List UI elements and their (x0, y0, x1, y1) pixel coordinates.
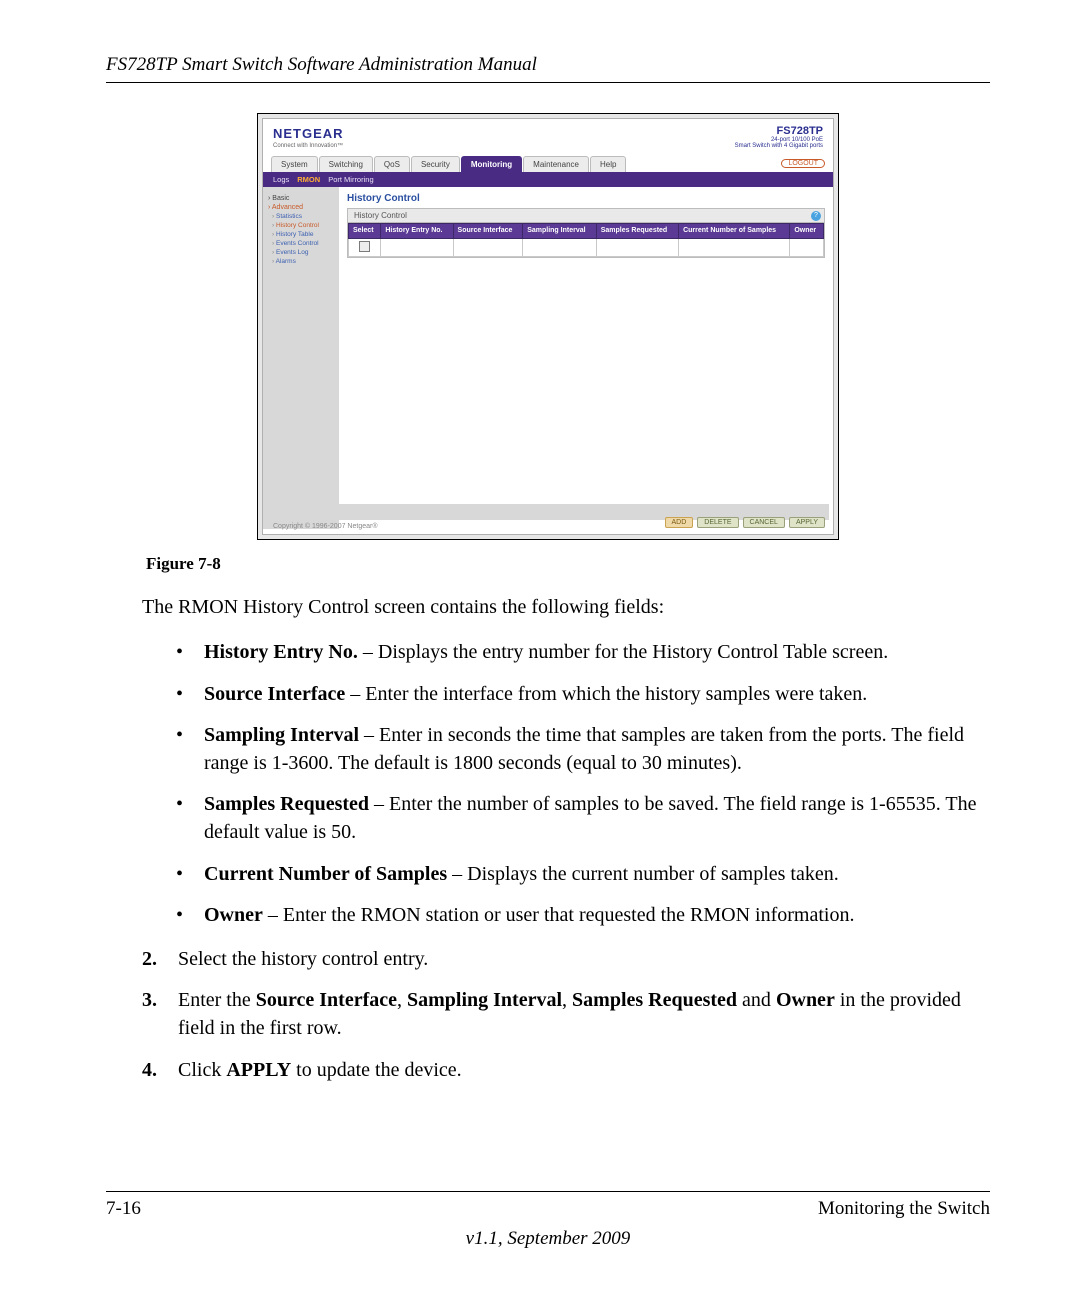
sidebar-item-events-control[interactable]: Events Control (272, 240, 334, 247)
field-sampling-interval: Sampling Interval – Enter in seconds the… (176, 722, 990, 777)
panel-title: History Control (347, 193, 825, 204)
sidebar-basic[interactable]: › Basic (268, 195, 334, 202)
col-entry-no: History Entry No. (381, 224, 453, 239)
col-current-number: Current Number of Samples (679, 224, 790, 239)
step-2: Select the history control entry. (142, 946, 990, 974)
main-panel: History Control History Control ? Select… (339, 187, 833, 529)
step-list: Select the history control entry. Enter … (142, 946, 990, 1084)
section-title: Monitoring the Switch (818, 1198, 990, 1220)
screenshot-figure: NETGEAR Connect with Innovation™ FS728TP… (257, 113, 839, 540)
sub-tabs: Logs RMON Port Mirroring (263, 172, 833, 187)
figure-caption: Figure 7-8 (146, 554, 990, 574)
col-owner: Owner (790, 224, 824, 239)
col-samples-requested: Samples Requested (596, 224, 678, 239)
cell-sampling-interval[interactable] (523, 238, 596, 256)
col-select: Select (349, 224, 381, 239)
page-footer: 7-16 Monitoring the Switch v1.1, Septemb… (106, 1191, 990, 1250)
cell-entry-no[interactable] (381, 238, 453, 256)
main-tabs: System Switching QoS Security Monitoring… (263, 155, 833, 172)
sidebar-item-history-control[interactable]: History Control (272, 222, 334, 229)
logo-tagline: Connect with Innovation™ (273, 143, 344, 149)
cell-samples-requested[interactable] (596, 238, 678, 256)
cancel-button[interactable]: CANCEL (743, 517, 785, 528)
version-line: v1.1, September 2009 (106, 1228, 990, 1250)
delete-button[interactable]: DELETE (697, 517, 738, 528)
history-control-table: Select History Entry No. Source Interfac… (348, 223, 824, 257)
header-rule (106, 82, 990, 83)
field-owner: Owner – Enter the RMON station or user t… (176, 902, 990, 930)
step-4: Click APPLY to update the device. (142, 1057, 990, 1085)
sidebar-item-alarms[interactable]: Alarms (272, 258, 334, 265)
add-button[interactable]: ADD (665, 517, 694, 528)
tab-monitoring[interactable]: Monitoring (461, 156, 522, 172)
field-samples-requested: Samples Requested – Enter the number of … (176, 791, 990, 846)
help-icon[interactable]: ? (811, 211, 821, 221)
field-list: History Entry No. – Displays the entry n… (176, 639, 990, 930)
row-checkbox[interactable] (359, 241, 370, 252)
tab-help[interactable]: Help (590, 156, 626, 172)
tab-qos[interactable]: QoS (374, 156, 410, 172)
sidebar: › Basic › Advanced Statistics History Co… (263, 187, 339, 529)
intro-paragraph: The RMON History Control screen contains… (142, 594, 990, 621)
step-3: Enter the Source Interface, Sampling Int… (142, 987, 990, 1042)
tab-switching[interactable]: Switching (319, 156, 373, 172)
subtab-port-mirroring[interactable]: Port Mirroring (328, 175, 373, 184)
subtab-rmon[interactable]: RMON (297, 175, 320, 184)
sidebar-item-events-log[interactable]: Events Log (272, 249, 334, 256)
logout-button[interactable]: LOGOUT (781, 159, 825, 168)
cell-source-interface[interactable] (453, 238, 523, 256)
button-bar: ADD DELETE CANCEL APPLY (665, 517, 825, 528)
cell-owner[interactable] (790, 238, 824, 256)
col-source-interface: Source Interface (453, 224, 523, 239)
page-number: 7-16 (106, 1198, 141, 1220)
field-current-number: Current Number of Samples – Displays the… (176, 861, 990, 889)
copyright-text: Copyright © 1996-2007 Netgear® (273, 523, 378, 530)
apply-button[interactable]: APPLY (789, 517, 825, 528)
cell-current-number (679, 238, 790, 256)
running-header: FS728TP Smart Switch Software Administra… (106, 54, 990, 76)
tab-system[interactable]: System (271, 156, 318, 172)
panel-subhead: History Control ? (348, 209, 824, 223)
netgear-logo: NETGEAR (273, 126, 344, 141)
tab-security[interactable]: Security (411, 156, 460, 172)
sidebar-advanced[interactable]: › Advanced (268, 204, 334, 211)
subtab-logs[interactable]: Logs (273, 175, 289, 184)
table-row[interactable] (349, 238, 824, 256)
field-source-interface: Source Interface – Enter the interface f… (176, 681, 990, 709)
sidebar-item-history-table[interactable]: History Table (272, 231, 334, 238)
model-label: FS728TP 24-port 10/100 PoE Smart Switch … (735, 125, 823, 149)
field-history-entry: History Entry No. – Displays the entry n… (176, 639, 990, 667)
sidebar-item-statistics[interactable]: Statistics (272, 213, 334, 220)
col-sampling-interval: Sampling Interval (523, 224, 596, 239)
tab-maintenance[interactable]: Maintenance (523, 156, 589, 172)
